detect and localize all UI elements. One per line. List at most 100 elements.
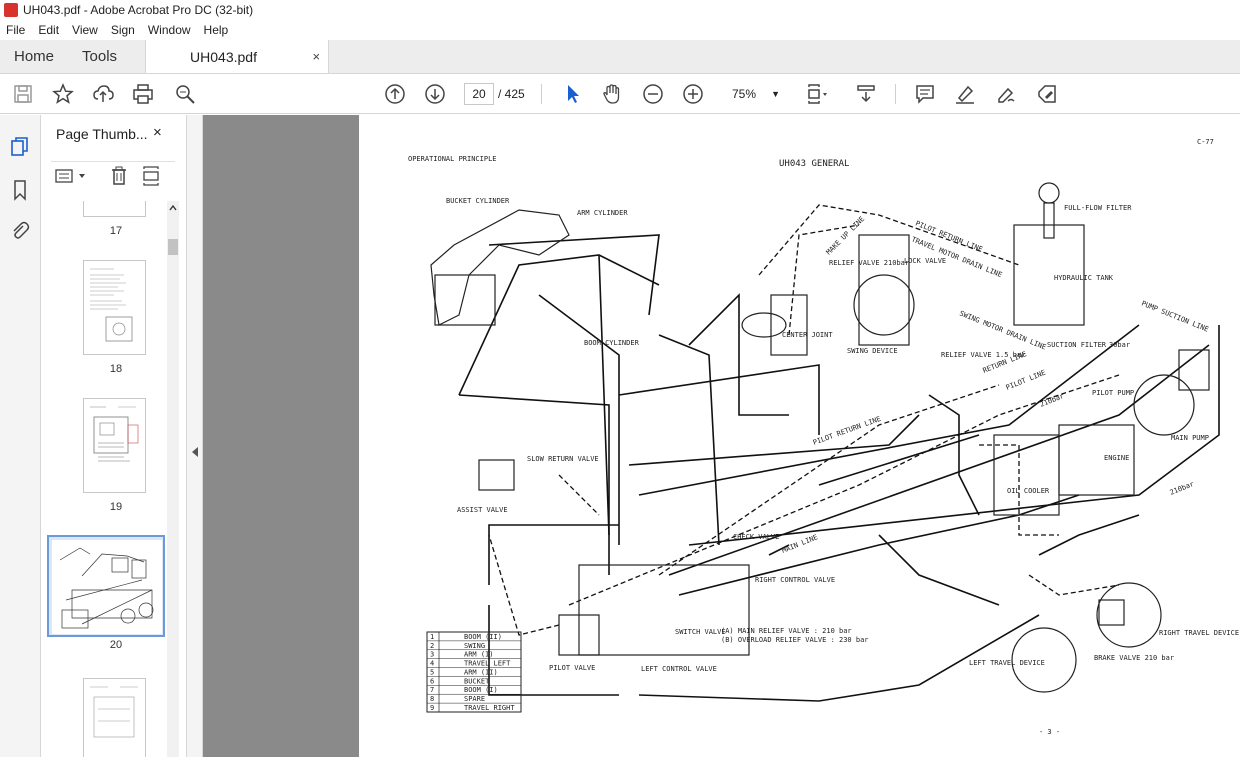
bookmarks-button[interactable] [8, 178, 32, 202]
arrow-up-circle-icon [385, 84, 405, 104]
scroll-mode-icon [857, 85, 875, 103]
menu-window[interactable]: Window [148, 23, 191, 37]
chevron-down-icon: ▼ [771, 89, 780, 99]
menu-sign[interactable]: Sign [111, 23, 135, 37]
label-full-flow-filter: FULL-FLOW FILTER [1064, 204, 1132, 212]
zoom-level-value: 75% [732, 87, 757, 101]
bookmark-star-button[interactable] [50, 81, 76, 107]
acrobat-icon [4, 3, 18, 17]
tab-home[interactable]: Home [0, 40, 68, 73]
page-thumbnail-20-selected[interactable] [47, 535, 165, 637]
menu-file[interactable]: File [6, 23, 25, 37]
label-pressure-210b: 210bar [1169, 480, 1195, 497]
legend-row-number: 7 [430, 686, 434, 694]
label-main-relief: (A) MAIN RELIEF VALVE : 210 bar [721, 627, 852, 635]
tab-document[interactable]: UH043.pdf × [145, 40, 330, 73]
legend-row-name: TRAVEL RIGHT [464, 704, 515, 712]
search-icon [176, 85, 195, 104]
label-oil-cooler: OIL COOLER [1007, 487, 1050, 495]
legend-row-number: 1 [430, 633, 434, 641]
legend-row-number: 2 [430, 642, 434, 650]
label-swing-device: SWING DEVICE [847, 347, 898, 355]
sign-button[interactable] [993, 81, 1019, 107]
corner-id: C-77 [1197, 138, 1214, 146]
copy-pages-icon [11, 137, 28, 156]
label-main-line: MAIN LINE [781, 533, 819, 555]
attachments-button[interactable] [8, 219, 32, 243]
page-total: / 425 [498, 87, 525, 101]
heading-left: OPERATIONAL PRINCIPLE [408, 155, 497, 163]
tab-bar: Home Tools UH043.pdf × [0, 40, 1240, 74]
legend-row-name: BOOM (II) [464, 633, 502, 641]
legend-row-number: 4 [430, 660, 434, 668]
paperclip-icon [13, 221, 30, 239]
panel-splitter[interactable] [187, 115, 203, 757]
scrollbar-thumb[interactable] [168, 239, 178, 255]
zoom-out-button[interactable] [640, 81, 666, 107]
label-check-valve: CHECK VALVE [733, 533, 779, 541]
toolbar-divider [895, 84, 896, 104]
rotate-page-icon[interactable] [141, 166, 161, 186]
page-thumbnail-17[interactable] [83, 201, 146, 217]
legend-row-number: 9 [430, 704, 434, 712]
menu-view[interactable]: View [72, 23, 98, 37]
print-button[interactable] [130, 81, 156, 107]
legend-row-name: SWING [464, 642, 485, 650]
scroll-up-icon[interactable] [168, 203, 178, 213]
thumbnail-options-icon[interactable] [55, 168, 89, 184]
label-make-up-line: MAKE UP LINE [825, 215, 866, 256]
scrolling-mode-button[interactable] [853, 81, 879, 107]
page-number-input[interactable]: 20 [464, 83, 494, 105]
panel-tools [51, 161, 175, 187]
page-fit-button[interactable] [804, 81, 830, 107]
page-thumbnails-button[interactable] [8, 135, 32, 159]
label-pilot-pump: PILOT PUMP [1092, 389, 1134, 397]
fill-sign-button[interactable] [1034, 81, 1060, 107]
upload-cloud-button[interactable] [90, 81, 116, 107]
zoom-in-button[interactable] [680, 81, 706, 107]
close-panel-icon[interactable]: × [153, 124, 162, 141]
hand-icon [603, 84, 620, 104]
menu-help[interactable]: Help [204, 23, 229, 37]
label-pilot-line: PILOT LINE [1005, 369, 1047, 392]
printer-icon [133, 84, 153, 104]
tab-tools[interactable]: Tools [68, 40, 131, 73]
select-tool-button[interactable] [560, 81, 586, 107]
highlight-button[interactable] [952, 81, 978, 107]
hydraulic-diagram: OPERATIONAL PRINCIPLE UH043 GENERAL C-77… [408, 138, 1239, 736]
menu-edit[interactable]: Edit [38, 23, 59, 37]
page-thumbnail-19[interactable] [83, 398, 146, 493]
thumbnail-preview [90, 686, 138, 738]
cloud-upload-icon [93, 85, 114, 102]
pilot-lines [488, 204, 1120, 636]
comment-button[interactable] [912, 81, 938, 107]
hand-tool-button[interactable] [599, 81, 625, 107]
previous-page-button[interactable] [382, 81, 408, 107]
close-tab-icon[interactable]: × [312, 49, 320, 64]
zoom-level-select[interactable]: 75% ▼ [722, 83, 786, 105]
collapse-panel-icon[interactable] [191, 447, 199, 457]
label-hydraulic-tank: HYDRAULIC TANK [1054, 274, 1114, 282]
label-arm-cylinder: ARM CYLINDER [577, 209, 628, 217]
label-pressure-210: 210bar [1039, 392, 1065, 409]
page-thumbnail-18[interactable] [83, 260, 146, 355]
toolbar-divider [541, 84, 542, 104]
legend-table: 1 BOOM (II) 2 SWING 3 ARM (I) 4 TRAVEL LEFT 5 ARM… [426, 631, 522, 713]
trash-icon[interactable] [109, 166, 129, 186]
page-thumbnail-21[interactable] [83, 678, 146, 757]
cursor-arrow-icon [568, 85, 579, 103]
label-relief-valve-210: RELIEF VALVE 210bar [829, 259, 909, 267]
legend-row-name: TRAVEL LEFT [464, 660, 511, 668]
thumbnails-scrollbar[interactable] [167, 201, 179, 757]
save-button[interactable] [10, 81, 36, 107]
legend-row-name: BUCKET [464, 677, 490, 685]
label-bucket-cylinder: BUCKET CYLINDER [446, 197, 510, 205]
pen-sign-icon [998, 87, 1015, 103]
plus-circle-icon [683, 84, 703, 104]
search-button[interactable] [172, 81, 198, 107]
next-page-button[interactable] [422, 81, 448, 107]
legend-rows: 1 BOOM (II) 2 SWING 3 ARM (I) 4 TRAVEL LEFT 5 ARM… [427, 633, 521, 712]
star-icon [52, 83, 74, 104]
bookmark-icon [14, 180, 26, 201]
document-viewer[interactable]: OPERATIONAL PRINCIPLE UH043 GENERAL C-77… [203, 115, 1240, 757]
